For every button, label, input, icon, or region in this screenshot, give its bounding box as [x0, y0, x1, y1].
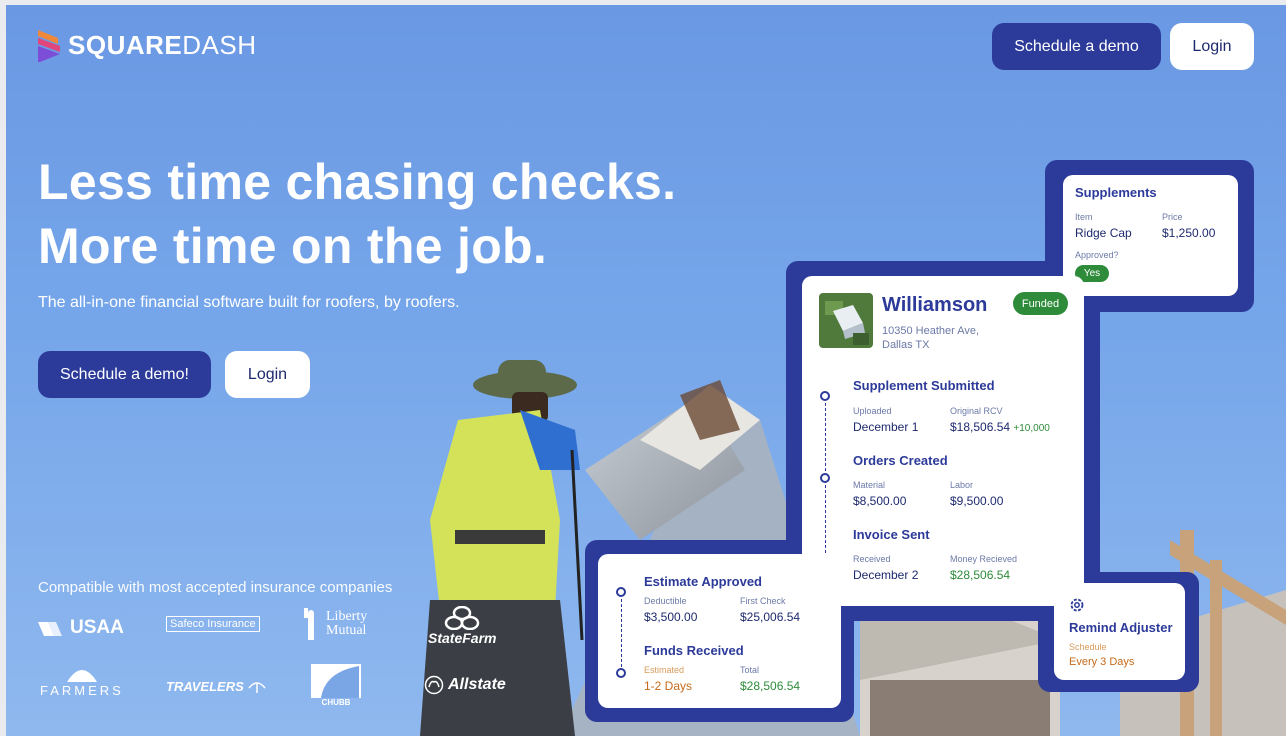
liberty-mutual-text: Liberty Mutual — [326, 609, 368, 638]
allstate-text: Allstate — [448, 676, 506, 693]
nav-schedule-demo-button[interactable]: Schedule a demo — [992, 23, 1161, 70]
job-name: Williamson — [882, 294, 988, 316]
step-invoice-right-value: $28,506.54 — [950, 568, 1011, 582]
job-status-badge: Funded — [1013, 292, 1068, 315]
original-rcv-value: $18,506.54 — [950, 420, 1011, 434]
statue-of-liberty-icon — [304, 608, 314, 640]
supplements-item-label: Item — [1075, 212, 1093, 222]
step-invoice-right-label: Money Recieved — [950, 554, 1018, 564]
safeco-text: Safeco Insurance — [166, 616, 260, 632]
step-invoice-left-value: December 2 — [853, 568, 919, 582]
adjuster-title: Remind Adjuster — [1069, 620, 1173, 635]
job-address-line-2: Dallas TX — [882, 339, 930, 351]
step-orders-right-label: Labor — [950, 480, 974, 490]
step-estimate-left-value: $3,500.00 — [644, 610, 698, 624]
supplements-price-value: $1,250.00 — [1162, 226, 1216, 240]
supplements-title: Supplements — [1075, 185, 1157, 200]
allstate-hands-icon — [424, 675, 444, 695]
step-supplement-title: Supplement Submitted — [853, 378, 995, 393]
step-supplement-left-value: December 1 — [853, 420, 919, 434]
timeline-connector — [621, 599, 622, 667]
statefarm-ovals-icon — [444, 606, 480, 630]
farmers-shield-icon — [66, 670, 97, 682]
logo-wordmark: SQUAREDASH — [68, 30, 257, 61]
timeline-connector — [825, 403, 826, 471]
insurance-heading: Compatible with most accepted insurance … — [38, 579, 393, 596]
liberty-mutual-logo: Liberty Mutual — [300, 606, 374, 642]
hero-headline: Less time chasing checks. More time on t… — [38, 150, 676, 278]
timeline-dot — [820, 473, 830, 483]
step-orders-left-label: Material — [853, 480, 886, 490]
job-address-line-1: 10350 Heather Ave, — [882, 325, 980, 337]
timeline-connector — [825, 485, 826, 553]
usaa-eagle-icon — [38, 622, 62, 636]
farmers-text: FARMERS — [40, 683, 124, 698]
step-orders-left-value: $8,500.00 — [853, 494, 907, 508]
squaredash-logo[interactable]: SQUAREDASH — [38, 28, 257, 62]
job-address: 10350 Heather Ave, Dallas TX — [882, 324, 979, 352]
estimate-card[interactable]: Estimate Approved Deductible $3,500.00 F… — [598, 554, 841, 708]
chubb-logo: CHUBB — [311, 664, 361, 707]
allstate-logo: Allstate — [424, 675, 506, 695]
step-funds-left-value: 1-2 Days — [644, 679, 693, 693]
timeline-dot — [820, 391, 830, 401]
step-invoice-left-label: Received — [853, 554, 891, 564]
house-aerial-photo — [819, 293, 873, 348]
safeco-logo: Safeco Insurance — [166, 616, 260, 632]
step-orders-right-value: $9,500.00 — [950, 494, 1004, 508]
logo-mark-icon — [38, 30, 60, 62]
hero-login-button[interactable]: Login — [225, 351, 310, 398]
step-orders-title: Orders Created — [853, 453, 948, 468]
step-supplement-right-value: $18,506.54 +10,000 — [950, 420, 1050, 434]
adjuster-schedule-label: Schedule — [1069, 642, 1107, 652]
statefarm-logo: StateFarm — [428, 606, 496, 646]
job-card[interactable]: Williamson Funded 10350 Heather Ave, Dal… — [802, 276, 1084, 606]
farmers-logo: FARMERS — [40, 664, 124, 698]
logo-word-light: DASH — [182, 29, 257, 60]
frame-top — [0, 0, 1286, 5]
supplements-approved-label: Approved? — [1075, 250, 1119, 260]
usaa-logo: USAA — [38, 617, 124, 639]
step-funds-left-label: Estimated — [644, 665, 685, 675]
logo-word-bold: SQUARE — [68, 29, 183, 60]
step-funds-title: Funds Received — [644, 643, 744, 658]
supplements-price-label: Price — [1162, 212, 1183, 222]
step-supplement-left-label: Uploaded — [853, 406, 892, 416]
gear-icon[interactable] — [1068, 596, 1086, 614]
adjuster-schedule-value: Every 3 Days — [1069, 656, 1135, 668]
travelers-logo: TRAVELERS — [166, 679, 266, 694]
hero-section: SQUAREDASH Schedule a demo Login Less ti… — [0, 0, 1286, 736]
step-funds-right-value: $28,506.54 — [740, 679, 801, 693]
step-estimate-left-label: Deductible — [644, 596, 687, 606]
chubb-mark-icon — [311, 664, 361, 698]
step-estimate-right-value: $25,006.54 — [740, 610, 801, 624]
timeline-dot — [616, 587, 626, 597]
step-supplement-right-label: Original RCV — [950, 406, 1003, 416]
nav-login-button[interactable]: Login — [1170, 23, 1254, 70]
step-estimate-title: Estimate Approved — [644, 574, 762, 589]
headline-line-1: Less time chasing checks. — [38, 154, 677, 210]
step-funds-right-label: Total — [740, 665, 760, 675]
step-invoice-title: Invoice Sent — [853, 527, 930, 542]
timeline-dot — [616, 668, 626, 678]
travelers-umbrella-icon — [248, 681, 266, 693]
rcv-increase: +10,000 — [1013, 423, 1050, 434]
headline-line-2: More time on the job. — [38, 218, 548, 274]
frame-left — [0, 0, 6, 736]
hero-schedule-demo-button[interactable]: Schedule a demo! — [38, 351, 211, 398]
step-estimate-right-label: First Check — [740, 596, 786, 606]
chubb-text: CHUBB — [321, 698, 351, 707]
supplements-card[interactable]: Supplements Item Ridge Cap Price $1,250.… — [1063, 175, 1238, 296]
hero-subheadline: The all-in-one financial software built … — [38, 294, 460, 311]
remind-adjuster-card[interactable]: Remind Adjuster Schedule Every 3 Days — [1054, 583, 1185, 680]
supplements-item-value: Ridge Cap — [1075, 226, 1132, 240]
statefarm-text: StateFarm — [428, 630, 497, 646]
travelers-text: TRAVELERS — [166, 679, 244, 694]
usaa-text: USAA — [70, 617, 124, 638]
